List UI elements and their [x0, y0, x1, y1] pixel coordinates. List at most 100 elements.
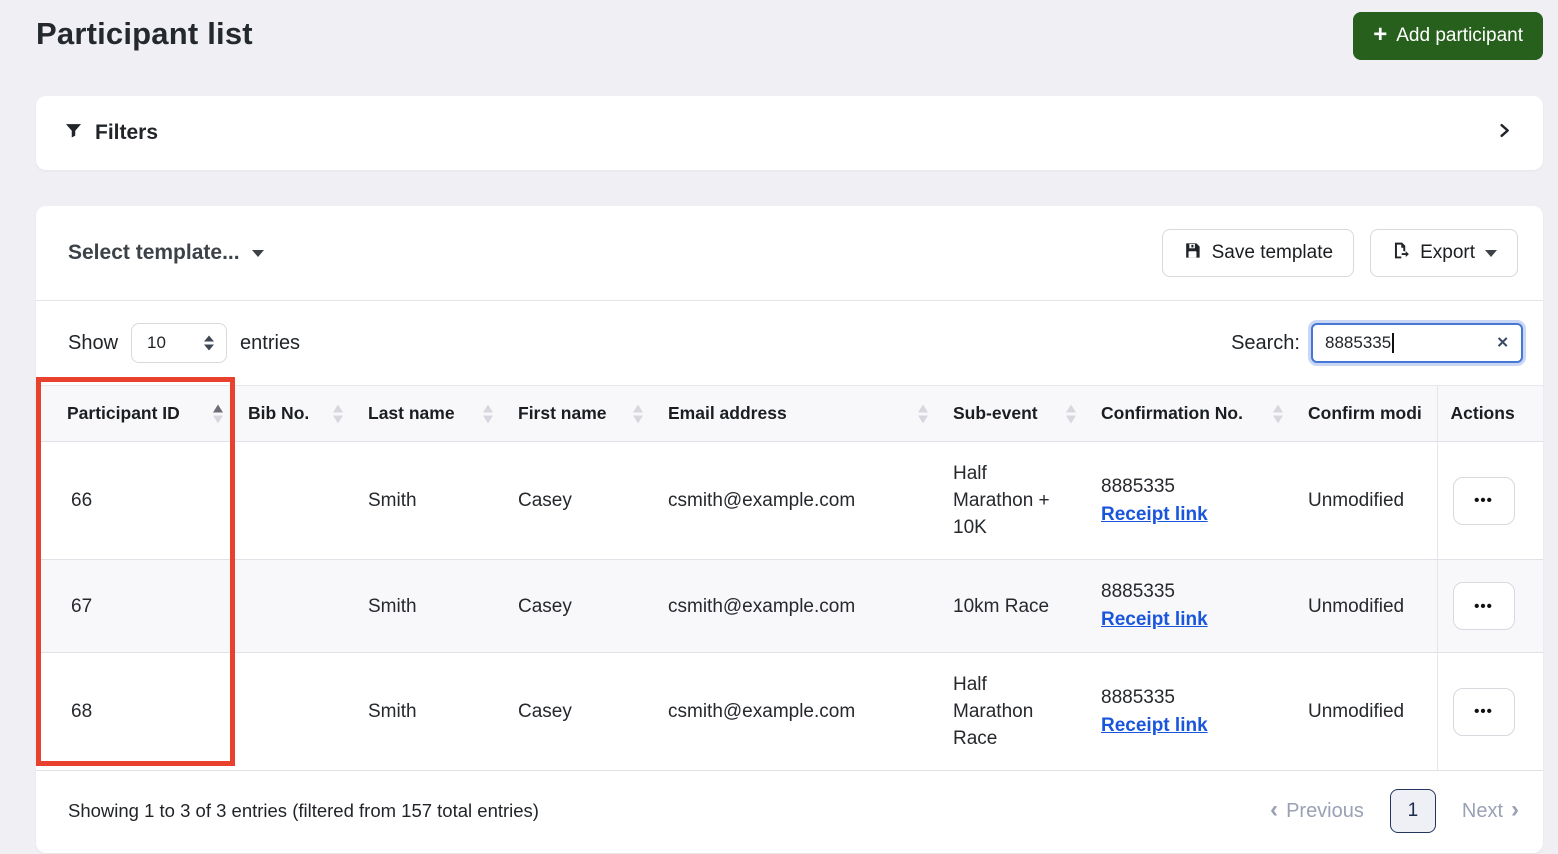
search-input[interactable]: 8885335 ✕ — [1311, 323, 1523, 363]
sort-icon — [1273, 404, 1283, 423]
cell-participant-id: 68 — [36, 652, 235, 771]
cell-last-name: Smith — [355, 652, 505, 771]
cell-sub-event: Half Marathon + 10K — [940, 441, 1088, 560]
cell-bib-no — [235, 652, 355, 771]
sort-icon — [333, 404, 343, 423]
receipt-link[interactable]: Receipt link — [1101, 606, 1208, 634]
select-template-label: Select template... — [68, 241, 240, 264]
cell-last-name: Smith — [355, 441, 505, 560]
participant-table-card: Select template... Save template Export … — [36, 206, 1543, 853]
entries-summary: Showing 1 to 3 of 3 entries (filtered fr… — [68, 800, 539, 821]
column-header-first-name[interactable]: First name — [505, 385, 655, 442]
cell-first-name: Casey — [505, 652, 655, 771]
add-participant-button[interactable]: + Add participant — [1353, 12, 1543, 60]
sort-icon — [918, 404, 928, 423]
add-participant-label: Add participant — [1396, 25, 1523, 46]
pagination: ‹ Previous 1 Next › — [1270, 789, 1519, 833]
chevron-left-icon: ‹ — [1270, 796, 1279, 823]
select-spinner-icon — [204, 335, 215, 351]
cell-email: csmith@example.com — [655, 441, 940, 560]
table-row: 67 Smith Casey csmith@example.com 10km R… — [36, 559, 1543, 653]
participant-table: Participant ID Bib No. Last name First n… — [36, 385, 1543, 771]
page-number-button[interactable]: 1 — [1389, 789, 1436, 833]
sort-icon — [1066, 404, 1076, 423]
cell-confirmation: 8885335 Receipt link — [1088, 559, 1295, 653]
receipt-link[interactable]: Receipt link — [1101, 501, 1208, 529]
receipt-link[interactable]: Receipt link — [1101, 712, 1208, 740]
table-header-row: Participant ID Bib No. Last name First n… — [36, 385, 1543, 442]
cell-email: csmith@example.com — [655, 652, 940, 771]
page-size-value: 10 — [147, 333, 166, 352]
clear-search-icon[interactable]: ✕ — [1496, 336, 1509, 351]
cell-actions: ••• — [1436, 652, 1543, 771]
column-header-sub-event[interactable]: Sub-event — [940, 385, 1088, 442]
filters-panel-toggle[interactable]: Filters — [36, 96, 1543, 170]
text-caret — [1392, 333, 1394, 353]
cell-first-name: Casey — [505, 559, 655, 653]
export-icon — [1391, 241, 1410, 266]
cell-first-name: Casey — [505, 441, 655, 560]
search-label: Search: — [1231, 331, 1300, 354]
row-actions-button[interactable]: ••• — [1452, 687, 1515, 736]
table-row: 68 Smith Casey csmith@example.com Half M… — [36, 652, 1543, 771]
participant-list-page: Participant list + Add participant Filte… — [0, 0, 1558, 854]
entries-label: entries — [240, 331, 301, 354]
ellipsis-icon: ••• — [1474, 492, 1493, 509]
cell-last-name: Smith — [355, 559, 505, 653]
cell-participant-id: 67 — [36, 559, 235, 653]
save-template-button[interactable]: Save template — [1161, 229, 1355, 277]
column-header-confirm-modified[interactable]: Confirm modi — [1295, 385, 1437, 442]
cell-confirm-modified: Unmodified — [1295, 652, 1437, 771]
column-header-email[interactable]: Email address — [655, 385, 940, 442]
search-value: 8885335 — [1325, 333, 1392, 352]
page-header: Participant list + Add participant — [36, 12, 1543, 60]
confirmation-number: 8885335 — [1101, 475, 1175, 497]
sort-asc-icon — [213, 404, 223, 423]
cell-sub-event: Half Marathon Race — [940, 652, 1088, 771]
ellipsis-icon: ••• — [1474, 597, 1493, 615]
column-header-actions: Actions — [1436, 385, 1543, 442]
chevron-right-icon: › — [1511, 796, 1519, 823]
export-button[interactable]: Export — [1370, 229, 1518, 277]
filter-icon — [64, 121, 83, 145]
column-header-confirmation-no[interactable]: Confirmation No. — [1088, 385, 1295, 442]
caret-down-icon — [251, 249, 264, 257]
chevron-right-icon[interactable] — [1496, 122, 1513, 144]
previous-page-button[interactable]: ‹ Previous — [1270, 796, 1364, 823]
table-footer: Showing 1 to 3 of 3 entries (filtered fr… — [36, 771, 1543, 853]
cell-actions: ••• — [1436, 559, 1543, 653]
column-header-last-name[interactable]: Last name — [355, 385, 505, 442]
column-header-bib-no[interactable]: Bib No. — [235, 385, 355, 442]
cell-confirm-modified: Unmodified — [1295, 441, 1437, 560]
sort-icon — [483, 404, 493, 423]
cell-confirm-modified: Unmodified — [1295, 559, 1437, 653]
cell-confirmation: 8885335 Receipt link — [1088, 652, 1295, 771]
page-title: Participant list — [36, 16, 253, 51]
caret-down-icon — [1485, 249, 1497, 257]
select-template-dropdown[interactable]: Select template... — [68, 241, 264, 265]
ellipsis-icon: ••• — [1474, 703, 1493, 720]
cell-participant-id: 66 — [36, 441, 235, 560]
save-template-label: Save template — [1211, 242, 1334, 263]
next-page-button[interactable]: Next › — [1462, 796, 1519, 823]
cell-sub-event: 10km Race — [940, 559, 1088, 653]
confirmation-number: 8885335 — [1101, 581, 1175, 602]
cell-bib-no — [235, 559, 355, 653]
cell-confirmation: 8885335 Receipt link — [1088, 441, 1295, 560]
save-icon — [1183, 241, 1202, 266]
filters-label: Filters — [95, 121, 159, 144]
row-actions-button[interactable]: ••• — [1452, 582, 1515, 630]
table-controls: Show 10 entries Search: 8885335 ✕ — [36, 301, 1543, 385]
confirmation-number: 8885335 — [1101, 686, 1175, 708]
cell-actions: ••• — [1436, 441, 1543, 560]
template-toolbar: Select template... Save template Export — [36, 206, 1543, 301]
column-header-participant-id[interactable]: Participant ID — [36, 385, 235, 442]
plus-icon: + — [1373, 21, 1388, 48]
row-actions-button[interactable]: ••• — [1452, 476, 1515, 525]
cell-bib-no — [235, 441, 355, 560]
table-row: 66 Smith Casey csmith@example.com Half M… — [36, 441, 1543, 560]
page-size-select[interactable]: 10 — [131, 323, 228, 363]
export-label: Export — [1420, 242, 1475, 263]
sort-icon — [633, 404, 643, 423]
show-label: Show — [68, 331, 119, 354]
